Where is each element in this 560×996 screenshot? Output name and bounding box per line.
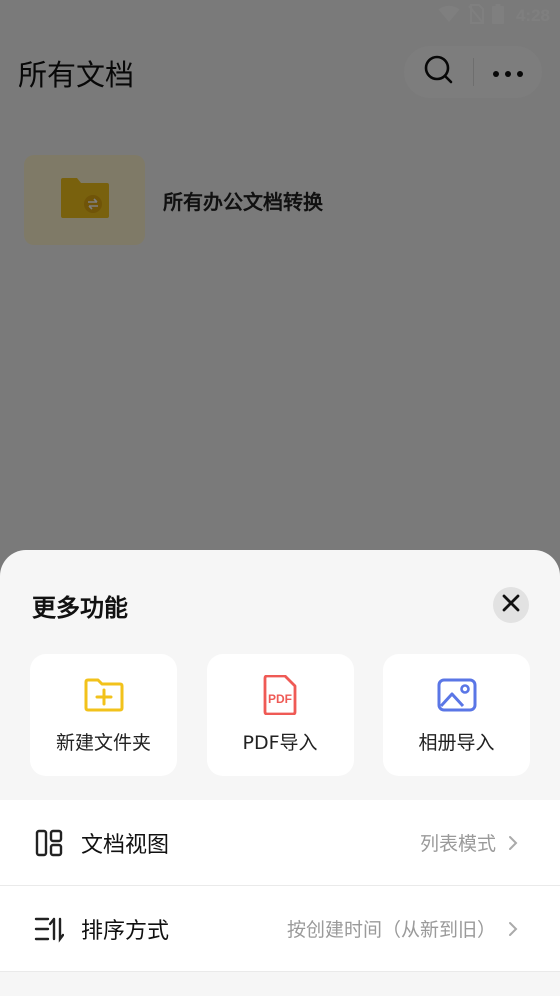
album-import-button[interactable]: 相册导入: [383, 654, 530, 776]
setting-sort-order[interactable]: 排序方式 按创建时间（从新到旧）: [0, 886, 560, 972]
action-label: 新建文件夹: [55, 732, 151, 754]
more-functions-sheet: 更多功能 新建文件夹 PDF PDF导入 相册导入 文档视图 列表模式 排序方式…: [0, 550, 560, 996]
new-folder-icon: [84, 676, 124, 714]
settings-list: 文档视图 列表模式 排序方式 按创建时间（从新到旧）: [0, 800, 560, 972]
close-button[interactable]: [493, 587, 529, 623]
layout-view-icon: [34, 828, 64, 858]
photo-album-icon: [437, 676, 477, 714]
pdf-icon: PDF: [262, 675, 298, 715]
new-folder-button[interactable]: 新建文件夹: [30, 654, 177, 776]
close-icon: [502, 594, 520, 616]
chevron-right-icon: [508, 834, 520, 852]
setting-value: 列表模式: [419, 833, 496, 855]
pdf-import-button[interactable]: PDF PDF导入: [206, 654, 354, 776]
setting-label: 排序方式: [81, 918, 170, 944]
action-grid: 新建文件夹 PDF PDF导入 相册导入: [30, 654, 530, 776]
sort-icon: [34, 914, 64, 944]
action-label: 相册导入: [418, 732, 495, 754]
setting-document-view[interactable]: 文档视图 列表模式: [0, 800, 560, 886]
chevron-right-icon: [508, 920, 520, 938]
setting-value: 按创建时间（从新到旧）: [286, 919, 496, 941]
action-label: PDF导入: [242, 732, 318, 754]
setting-label: 文档视图: [81, 832, 170, 858]
sheet-title: 更多功能: [32, 594, 128, 622]
pdf-icon-text: PDF: [268, 692, 292, 706]
